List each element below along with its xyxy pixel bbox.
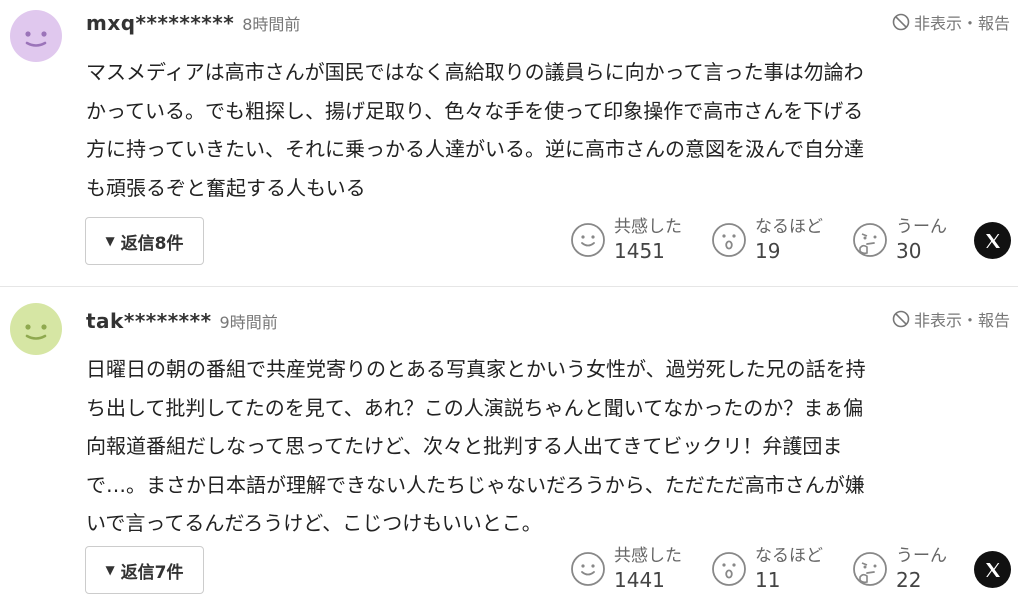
- reaction-label: うーん: [896, 217, 947, 237]
- avatar: [10, 303, 62, 355]
- triangle-down-icon: ▼: [105, 563, 115, 577]
- thinking-face-icon: [853, 552, 887, 586]
- reaction-label: 共感した: [614, 217, 682, 237]
- thinking-face-icon: [853, 223, 887, 257]
- comment-body: マスメディアは高市さんが国民ではなく高給取りの議員らに向かって言った事は勿論わ …: [86, 60, 864, 200]
- share-x-button[interactable]: [974, 222, 1011, 259]
- post-time: 8時間前: [242, 15, 301, 34]
- username[interactable]: tak******** 9時間前: [86, 309, 278, 333]
- comment-body: 日曜日の朝の番組で共産党寄りのとある写真家とかいう女性が、過労死した兄の話を持 …: [86, 357, 866, 535]
- reaction-label: なるほど: [755, 546, 823, 566]
- reaction-insight-button[interactable]: なるほど 11: [711, 545, 823, 593]
- replies-label: 返信7件: [120, 562, 184, 583]
- share-x-button[interactable]: [974, 551, 1011, 588]
- reaction-label: 共感した: [614, 546, 682, 566]
- reaction-count: 30: [896, 239, 922, 263]
- reaction-hmm-button[interactable]: うーん 30: [852, 216, 947, 264]
- reaction-label: うーん: [896, 546, 947, 566]
- reaction-label: なるほど: [755, 217, 823, 237]
- smile-face-icon: [571, 223, 605, 257]
- hide-report-label[interactable]: 非表示・報告: [914, 307, 1010, 331]
- reaction-count: 11: [755, 568, 781, 592]
- hide-report-link[interactable]: 非表示・報告: [892, 10, 1010, 34]
- reaction-empathy-button[interactable]: 共感した 1451: [570, 216, 682, 264]
- smile-face-icon: [571, 552, 605, 586]
- x-logo-icon: [985, 562, 1000, 577]
- hide-report-label[interactable]: 非表示・報告: [914, 10, 1010, 34]
- x-logo-icon: [985, 233, 1000, 248]
- comment-1: mxq********* 8時間前 非表示・報告 マスメディアは高市さんが国民では…: [0, 0, 1018, 286]
- triangle-down-icon: ▼: [105, 234, 115, 248]
- reaction-insight-button[interactable]: なるほど 19: [711, 216, 823, 264]
- replies-button[interactable]: ▼ 返信8件: [85, 217, 204, 265]
- comment-2: tak******** 9時間前 非表示・報告 日曜日の朝の番組で共産党寄りのとあ…: [0, 287, 1018, 598]
- username-text[interactable]: mxq*********: [86, 11, 234, 35]
- prohibit-icon: [892, 13, 910, 31]
- hide-report-link[interactable]: 非表示・報告: [892, 307, 1010, 331]
- reaction-count: 19: [755, 239, 781, 263]
- avatar: [10, 10, 62, 62]
- username-text[interactable]: tak********: [86, 309, 212, 333]
- reaction-count: 1451: [614, 239, 665, 263]
- reaction-count: 1441: [614, 568, 665, 592]
- replies-button[interactable]: ▼ 返信7件: [85, 546, 204, 594]
- username[interactable]: mxq********* 8時間前: [86, 11, 300, 35]
- surprised-face-icon: [712, 552, 746, 586]
- reaction-empathy-button[interactable]: 共感した 1441: [570, 545, 682, 593]
- prohibit-icon: [892, 310, 910, 328]
- surprised-face-icon: [712, 223, 746, 257]
- reaction-count: 22: [896, 568, 922, 592]
- post-time: 9時間前: [219, 313, 278, 332]
- reaction-hmm-button[interactable]: うーん 22: [852, 545, 947, 593]
- replies-label: 返信8件: [120, 233, 184, 254]
